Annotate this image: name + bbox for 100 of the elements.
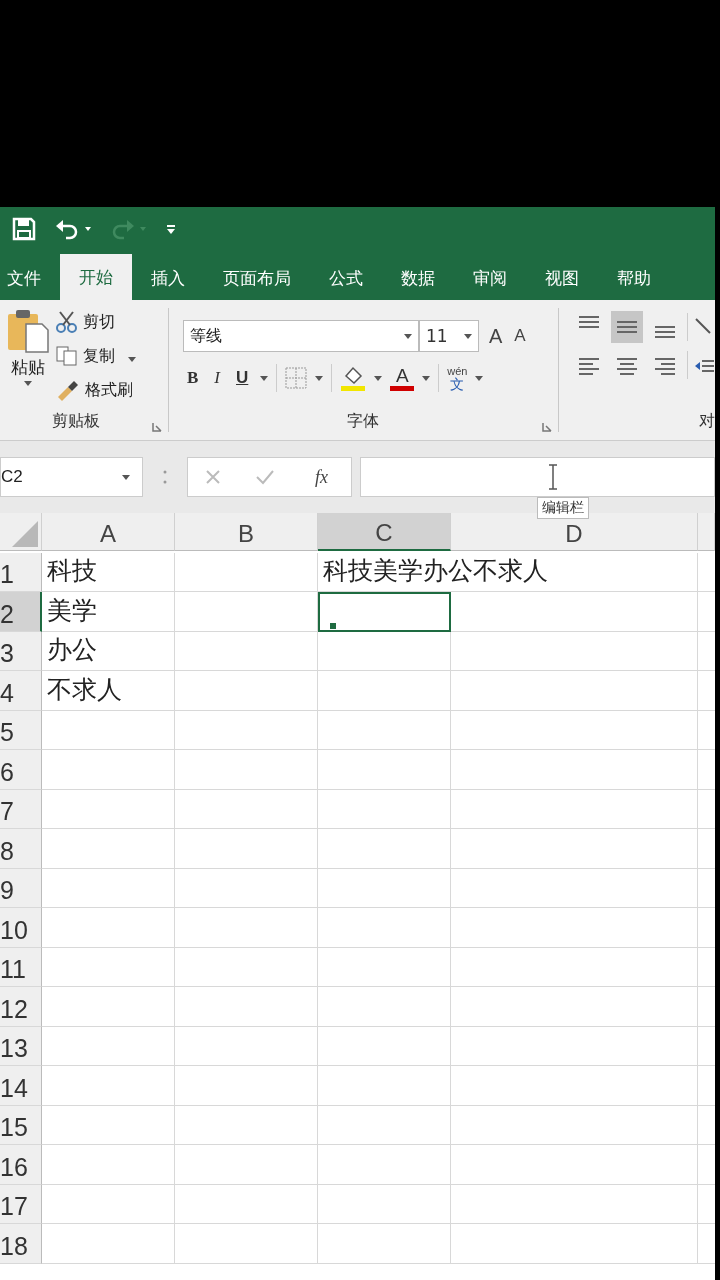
cell[interactable] bbox=[451, 1105, 698, 1145]
bold-button[interactable]: B bbox=[183, 368, 203, 388]
ribbon-tab[interactable]: 公式 bbox=[310, 256, 382, 300]
font-color-button[interactable]: A bbox=[390, 365, 415, 391]
row-header[interactable]: 4 bbox=[0, 671, 42, 711]
row-header[interactable]: 3 bbox=[0, 631, 42, 671]
row-header[interactable]: 12 bbox=[0, 987, 42, 1027]
row-header[interactable]: 9 bbox=[0, 868, 42, 908]
row-header[interactable]: 5 bbox=[0, 710, 42, 750]
cell[interactable] bbox=[451, 987, 698, 1027]
column-header[interactable]: B bbox=[175, 513, 318, 551]
select-all-icon[interactable] bbox=[12, 521, 38, 547]
column-header[interactable]: D bbox=[451, 513, 698, 551]
cell[interactable] bbox=[451, 1145, 698, 1185]
row-header[interactable]: 6 bbox=[0, 750, 42, 790]
cell[interactable]: 美学 bbox=[42, 592, 175, 632]
row-header[interactable]: 13 bbox=[0, 1026, 42, 1066]
cell[interactable] bbox=[42, 789, 175, 829]
cell[interactable] bbox=[451, 1224, 698, 1264]
cell[interactable] bbox=[42, 1026, 175, 1066]
cell[interactable] bbox=[175, 552, 318, 592]
cell[interactable]: 办公 bbox=[42, 631, 175, 671]
enter-icon[interactable] bbox=[255, 469, 275, 485]
cell[interactable] bbox=[175, 592, 318, 632]
row-header[interactable]: 2 bbox=[0, 592, 42, 632]
cell[interactable] bbox=[42, 1145, 175, 1185]
cell[interactable] bbox=[42, 829, 175, 869]
cell[interactable] bbox=[175, 1026, 318, 1066]
cell[interactable] bbox=[42, 987, 175, 1027]
ribbon-tab[interactable]: 帮助 bbox=[598, 256, 670, 300]
cell[interactable] bbox=[451, 671, 698, 711]
row-header[interactable]: 14 bbox=[0, 1066, 42, 1106]
cell[interactable] bbox=[175, 631, 318, 671]
cell[interactable] bbox=[318, 710, 451, 750]
cell[interactable] bbox=[318, 1026, 451, 1066]
row-header[interactable]: 11 bbox=[0, 947, 42, 987]
cell[interactable] bbox=[175, 1184, 318, 1224]
font-caret-icon[interactable] bbox=[404, 333, 412, 339]
ribbon-tab[interactable]: 视图 bbox=[526, 256, 598, 300]
insert-function-button[interactable]: fx bbox=[309, 465, 334, 489]
active-cell[interactable] bbox=[318, 592, 451, 632]
ribbon-tab[interactable]: 开始 bbox=[60, 254, 132, 300]
shrink-font-button[interactable]: A bbox=[512, 326, 528, 346]
cell[interactable]: 科技 bbox=[42, 552, 175, 592]
ribbon-tab[interactable]: 审阅 bbox=[454, 256, 526, 300]
paste-caret-icon[interactable] bbox=[24, 381, 32, 386]
cell[interactable] bbox=[42, 1105, 175, 1145]
row-header[interactable]: 17 bbox=[0, 1184, 42, 1224]
row-header[interactable]: 8 bbox=[0, 829, 42, 869]
cell[interactable] bbox=[318, 750, 451, 790]
cell[interactable] bbox=[175, 1105, 318, 1145]
cell[interactable] bbox=[318, 631, 451, 671]
underline-button[interactable]: U bbox=[232, 368, 253, 388]
cell[interactable] bbox=[175, 1145, 318, 1185]
font-name-field[interactable]: 等线 bbox=[183, 320, 419, 352]
cell[interactable] bbox=[451, 1066, 698, 1106]
cell[interactable] bbox=[451, 947, 698, 987]
cell[interactable] bbox=[318, 908, 451, 948]
cell[interactable] bbox=[175, 829, 318, 869]
italic-button[interactable]: I bbox=[210, 368, 224, 388]
undo-icon[interactable] bbox=[54, 217, 92, 240]
cell[interactable] bbox=[318, 1184, 451, 1224]
phonetic-button[interactable]: wén 文 bbox=[447, 365, 468, 391]
copy-button[interactable]: 复制 bbox=[56, 342, 136, 370]
cell[interactable] bbox=[451, 1184, 698, 1224]
column-header[interactable]: A bbox=[42, 513, 175, 551]
row-header[interactable]: 10 bbox=[0, 908, 42, 948]
cell[interactable] bbox=[451, 829, 698, 869]
row-header[interactable]: 7 bbox=[0, 789, 42, 829]
cell[interactable] bbox=[318, 987, 451, 1027]
cell[interactable] bbox=[451, 1026, 698, 1066]
cell[interactable] bbox=[42, 1224, 175, 1264]
cell[interactable] bbox=[175, 710, 318, 750]
cell[interactable]: 不求人 bbox=[42, 671, 175, 711]
size-caret-icon[interactable] bbox=[464, 333, 472, 339]
formula-input[interactable] bbox=[360, 457, 715, 497]
row-header[interactable]: 1 bbox=[0, 552, 42, 592]
cell[interactable] bbox=[451, 789, 698, 829]
cell[interactable] bbox=[318, 947, 451, 987]
dialog-launcher-icon[interactable] bbox=[152, 422, 162, 432]
cell[interactable] bbox=[42, 947, 175, 987]
cell[interactable] bbox=[318, 1224, 451, 1264]
cell[interactable] bbox=[318, 829, 451, 869]
cell[interactable]: 科技美学办公不求人 bbox=[318, 552, 698, 592]
cell[interactable] bbox=[175, 947, 318, 987]
cell[interactable] bbox=[42, 710, 175, 750]
align-button[interactable] bbox=[611, 311, 643, 343]
column-header[interactable]: C bbox=[318, 513, 451, 551]
ribbon-tab[interactable]: 插入 bbox=[132, 256, 204, 300]
cell[interactable] bbox=[175, 1066, 318, 1106]
grow-font-button[interactable]: A bbox=[487, 324, 505, 348]
cell[interactable] bbox=[175, 868, 318, 908]
row-header[interactable]: 18 bbox=[0, 1224, 42, 1264]
cell[interactable] bbox=[318, 868, 451, 908]
borders-caret-icon[interactable] bbox=[315, 375, 324, 381]
cell[interactable] bbox=[451, 592, 698, 632]
phonetic-caret-icon[interactable] bbox=[475, 375, 484, 381]
cell[interactable] bbox=[451, 908, 698, 948]
cell[interactable] bbox=[175, 987, 318, 1027]
cell[interactable] bbox=[42, 868, 175, 908]
